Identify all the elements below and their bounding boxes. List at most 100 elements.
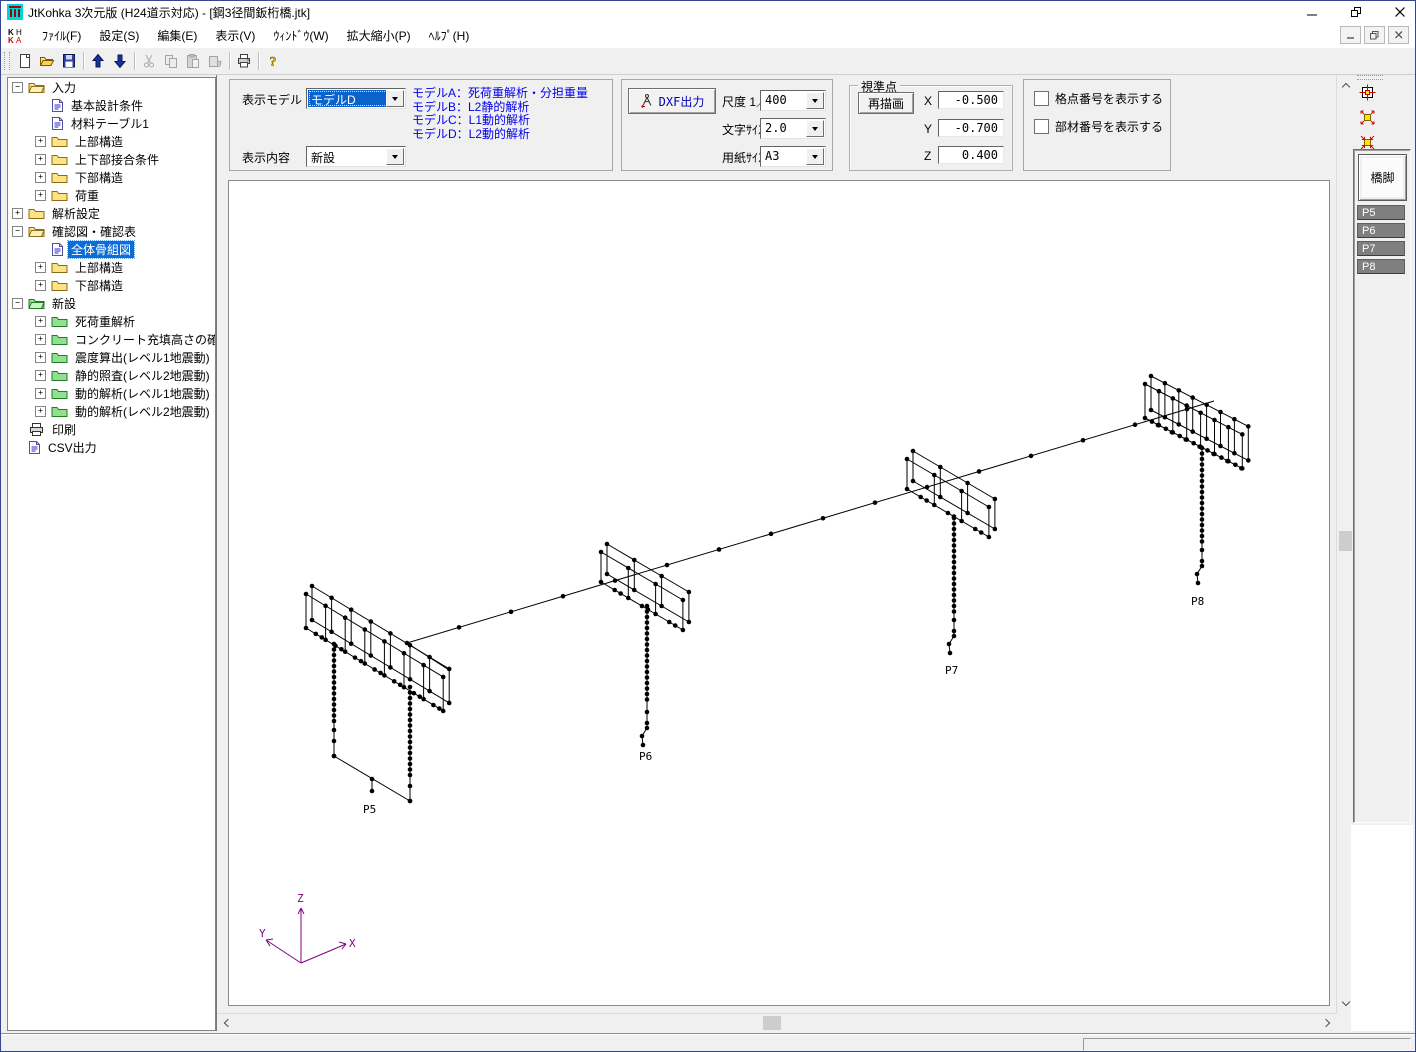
tree-item[interactable]: + 上部構造	[8, 258, 215, 276]
tree-expand-toggle[interactable]: +	[35, 388, 46, 399]
combo-dropdown-icon[interactable]	[386, 90, 404, 107]
toolbar-help-button[interactable]: ?	[262, 50, 284, 71]
pane-splitter[interactable]	[216, 75, 217, 1031]
tree-item[interactable]: +解析設定	[8, 204, 215, 222]
combo-dropdown-icon[interactable]	[806, 148, 824, 165]
tree-item[interactable]: + 下部構造	[8, 168, 215, 186]
tree-expand-toggle[interactable]: +	[35, 370, 46, 381]
tree-item-label[interactable]: 静的照査(レベル2地震動)	[72, 367, 213, 384]
zoom-extents-button[interactable]	[1356, 106, 1378, 128]
tree-item[interactable]: − 入力	[8, 78, 215, 96]
menu-settings[interactable]: 設定(S)	[90, 24, 148, 47]
tree-item[interactable]: − 確認図・確認表	[8, 222, 215, 240]
tree-item-label[interactable]: 解析設定	[49, 205, 103, 222]
tree-item-label-selected[interactable]: 全体骨組図	[68, 241, 134, 258]
restore-button[interactable]	[1349, 5, 1363, 19]
scale-combo[interactable]: 400	[760, 90, 826, 111]
paper-size-combo[interactable]: A3	[760, 146, 826, 167]
tree-item-label[interactable]: 材料テーブル1	[68, 115, 152, 132]
sight-x-field[interactable]: -0.500	[938, 91, 1004, 109]
pier-tab-P6[interactable]: P6	[1357, 223, 1405, 238]
tree-item-label[interactable]: 荷重	[72, 187, 102, 204]
mdi-restore-button[interactable]	[1364, 26, 1385, 44]
tree-item[interactable]: 基本設計条件	[8, 96, 215, 114]
toolbar-grip[interactable]	[4, 52, 10, 70]
tree-item-label[interactable]: 新設	[49, 295, 79, 312]
tree-item-label[interactable]: 動的解析(レベル2地震動)	[72, 403, 213, 420]
tree-expand-toggle[interactable]: +	[35, 316, 46, 327]
tree-item-label[interactable]: 上下部接合条件	[72, 151, 162, 168]
menu-help[interactable]: ﾍﾙﾌﾟ(H)	[420, 24, 479, 47]
vscroll-thumb[interactable]	[1339, 531, 1352, 551]
combo-dropdown-icon[interactable]	[806, 92, 824, 109]
member-number-checkbox[interactable]	[1034, 119, 1049, 134]
toolbar-cut-button[interactable]	[138, 50, 160, 71]
mdi-minimize-button[interactable]	[1340, 26, 1361, 44]
tree-item-label[interactable]: 死荷重解析	[72, 313, 138, 330]
close-button[interactable]	[1393, 5, 1407, 19]
sight-y-field[interactable]: -0.700	[938, 119, 1004, 137]
toolbar-up-button[interactable]	[87, 50, 109, 71]
toolbar-copy-button[interactable]	[160, 50, 182, 71]
tree-item[interactable]: 印刷	[8, 420, 215, 438]
toolbar-open-button[interactable]	[36, 50, 58, 71]
redraw-button[interactable]: 再描画	[858, 92, 914, 114]
center-view-button[interactable]	[1356, 81, 1378, 103]
tree-item-label[interactable]: 入力	[49, 79, 79, 96]
tree-item-label[interactable]: 動的解析(レベル1地震動)	[72, 385, 213, 402]
tree-item-label[interactable]: 印刷	[49, 421, 79, 438]
tree-item[interactable]: + 荷重	[8, 186, 215, 204]
tree-expand-toggle[interactable]: +	[35, 406, 46, 417]
menu-zoom[interactable]: 拡大縮小(P)	[338, 24, 420, 47]
dxf-export-button[interactable]: DXF出力	[628, 88, 716, 114]
pier-tab-P7[interactable]: P7	[1357, 241, 1405, 256]
display-model-combo[interactable]: モデルD	[306, 88, 406, 109]
drawing-canvas[interactable]: P5P6P7P8ZXY	[229, 181, 1329, 1005]
tree-item[interactable]: + 動的解析(レベル1地震動)	[8, 384, 215, 402]
tree-expand-toggle[interactable]: +	[35, 172, 46, 183]
pier-mode-button[interactable]: 橋脚	[1358, 154, 1407, 201]
combo-dropdown-icon[interactable]	[386, 148, 404, 165]
tree-expand-toggle[interactable]: −	[12, 298, 23, 309]
menu-file[interactable]: ﾌｧｲﾙ(F)	[33, 24, 90, 47]
tree-item-label[interactable]: 震度算出(レベル1地震動)	[72, 349, 213, 366]
tree-item-label[interactable]: 上部構造	[72, 133, 126, 150]
tree-expand-toggle[interactable]: +	[35, 280, 46, 291]
tree-expand-toggle[interactable]: +	[35, 334, 46, 345]
tree-expand-toggle[interactable]: +	[35, 190, 46, 201]
node-number-checkbox[interactable]	[1034, 91, 1049, 106]
tree-item-label[interactable]: コンクリート充填高さの確認	[72, 331, 216, 348]
tree-expand-toggle[interactable]: −	[12, 226, 23, 237]
tree-expand-toggle[interactable]: −	[12, 82, 23, 93]
tree-expand-toggle[interactable]: +	[35, 136, 46, 147]
tree-item-label[interactable]: 下部構造	[72, 277, 126, 294]
mdi-close-button[interactable]	[1388, 26, 1409, 44]
tree-item[interactable]: + 上部構造	[8, 132, 215, 150]
tree-item[interactable]: 材料テーブル1	[8, 114, 215, 132]
tree-item[interactable]: 全体骨組図	[8, 240, 215, 258]
tree-item[interactable]: + コンクリート充填高さの確認	[8, 330, 215, 348]
menu-view[interactable]: 表示(V)	[206, 24, 264, 47]
toolbar-print-button[interactable]	[233, 50, 255, 71]
tree-expand-toggle[interactable]: +	[35, 154, 46, 165]
tree-item-label[interactable]: 下部構造	[72, 169, 126, 186]
hscroll-thumb[interactable]	[763, 1016, 781, 1030]
pier-tab-P5[interactable]: P5	[1357, 205, 1405, 220]
view-toolbar-grip[interactable]	[1357, 75, 1383, 80]
tree-item-label[interactable]: 確認図・確認表	[49, 223, 139, 240]
char-size-combo[interactable]: 2.0	[760, 118, 826, 139]
combo-dropdown-icon[interactable]	[806, 120, 824, 137]
toolbar-new-button[interactable]	[14, 50, 36, 71]
toolbar-save-button[interactable]	[58, 50, 80, 71]
tree-item[interactable]: − 新設	[8, 294, 215, 312]
scroll-right-button[interactable]	[1319, 1014, 1335, 1032]
tree-expand-toggle[interactable]: +	[35, 262, 46, 273]
pier-tab-P8[interactable]: P8	[1357, 259, 1405, 274]
display-content-combo[interactable]: 新設	[306, 146, 406, 167]
tree-item[interactable]: + 死荷重解析	[8, 312, 215, 330]
scroll-left-button[interactable]	[219, 1014, 235, 1032]
tree-item[interactable]: CSV出力	[8, 438, 215, 456]
tree-item-label[interactable]: 上部構造	[72, 259, 126, 276]
sight-z-field[interactable]: 0.400	[938, 146, 1004, 164]
horizontal-scrollbar[interactable]	[217, 1013, 1337, 1032]
